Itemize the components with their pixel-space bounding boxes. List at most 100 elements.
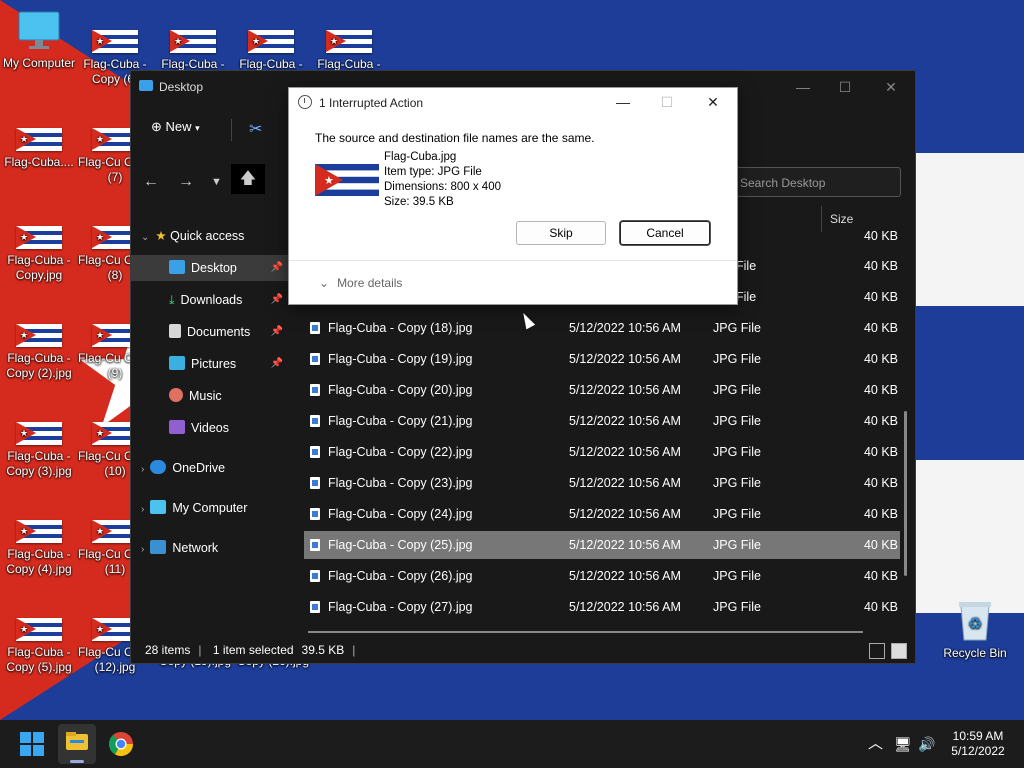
table-row[interactable]: Flag-Cuba - Copy (26).jpg 5/12/2022 10:56… — [304, 562, 900, 590]
new-button-label: New — [165, 119, 192, 134]
forward-arrow-icon[interactable]: → — [178, 173, 194, 191]
file-date: 5/12/2022 10:56 AM — [569, 321, 681, 335]
more-details-label: More details — [337, 276, 403, 290]
chevron-right-icon: › — [141, 504, 145, 515]
monitor-icon — [150, 500, 167, 514]
table-row-selected[interactable]: Flag-Cuba - Copy (25).jpg 5/12/2022 10:56… — [304, 531, 900, 559]
flag-thumbnail-icon: ★ — [16, 226, 62, 249]
plus-icon: ⊕ — [151, 119, 162, 134]
sidebar-item-label: Videos — [191, 421, 229, 435]
file-date: 5/12/2022 10:56 AM — [569, 600, 681, 614]
music-icon — [169, 388, 183, 402]
sidebar-item-network[interactable]: › Network — [141, 535, 291, 561]
flag-thumbnail-icon: ★ — [248, 30, 294, 53]
close-icon[interactable]: ✕ — [703, 92, 723, 112]
maximize-icon[interactable]: ☐ — [835, 77, 855, 97]
sidebar-item-label: Quick access — [170, 229, 245, 243]
table-row[interactable]: Flag-Cuba - Copy (22).jpg 5/12/2022 10:56… — [304, 438, 900, 466]
image-file-icon — [310, 477, 320, 489]
sidebar-item-onedrive[interactable]: › OneDrive — [141, 455, 291, 481]
sidebar-item-my-computer[interactable]: › My Computer — [141, 495, 291, 521]
start-button[interactable] — [16, 728, 48, 760]
desktop-icon-label: Recycle Bin — [943, 646, 1007, 660]
status-selected: 1 item selected — [212, 643, 294, 657]
sidebar-item-videos[interactable]: Videos — [169, 415, 289, 441]
desktop-icon-file[interactable]: ★ Flag-Cuba - Copy (4).jpg — [0, 510, 78, 577]
sidebar-item-pictures[interactable]: Pictures 📌 — [169, 351, 289, 377]
desktop-icon-file[interactable]: ★ Flag-Cuba - — [232, 20, 310, 72]
chrome-taskbar-button[interactable] — [105, 728, 137, 760]
desktop-icon-file[interactable]: ★ Flag-Cuba - Copy.jpg — [0, 216, 78, 283]
chevron-up-icon[interactable]: ︿ — [868, 720, 883, 768]
cut-icon[interactable]: ✂ — [249, 119, 262, 139]
desktop-icon-file[interactable]: ★ Flag-Cuba - Copy (5).jpg — [0, 608, 78, 675]
flag-thumbnail-icon: ★ — [16, 422, 62, 445]
new-button[interactable]: ⊕ New ▾ — [151, 119, 200, 135]
table-row[interactable]: Flag-Cuba - Copy (20).jpg 5/12/2022 10:56… — [304, 376, 900, 404]
table-row[interactable]: Flag-Cuba - Copy (19).jpg 5/12/2022 10:56… — [304, 345, 900, 373]
desktop-icon-my-computer[interactable]: My Computer — [0, 10, 78, 71]
file-type: JPG File — [713, 476, 761, 490]
vertical-scrollbar[interactable] — [904, 411, 907, 576]
cancel-button[interactable]: Cancel — [620, 221, 710, 245]
desktop-icon-file[interactable]: ★ Flag-Cuba - — [310, 20, 388, 72]
desktop-icon-file[interactable]: ★ Flag-Cuba - Copy (2).jpg — [0, 314, 78, 381]
desktop-icon-label: My Computer — [2, 56, 76, 70]
desktop-icon-file[interactable]: ★ Flag-Cuba - — [154, 20, 232, 72]
sidebar-item-documents[interactable]: Documents 📌 — [169, 319, 289, 345]
file-type: JPG File — [713, 383, 761, 397]
folder-icon — [139, 80, 153, 91]
desktop-icon-file[interactable]: ★ Flag-Cuba - Copy (3).jpg — [0, 412, 78, 479]
windows-logo-icon — [20, 732, 44, 756]
up-arrow-icon[interactable]: 🡅 — [231, 164, 265, 194]
file-name: Flag-Cuba - Copy (19).jpg — [328, 352, 473, 366]
clock-icon — [298, 95, 312, 109]
flag-thumbnail-icon: ★ — [326, 30, 372, 53]
desktop-icon-label: Flag-Cuba - Copy (5).jpg — [6, 645, 72, 674]
taskbar-clock[interactable]: 10:59 AM 5/12/2022 — [940, 729, 1016, 759]
network-icon[interactable]: 🖥 — [894, 720, 912, 768]
sidebar-item-desktop[interactable]: Desktop 📌 — [131, 255, 289, 281]
chevron-right-icon: › — [141, 464, 145, 475]
sidebar-item-quick-access[interactable]: ⌄ ★ Quick access — [141, 223, 291, 249]
image-file-icon — [310, 322, 320, 334]
more-details-toggle[interactable]: ⌄ More details — [319, 276, 402, 290]
navigation-pane: ⌄ ★ Quick access Desktop 📌 ⤓ Downloads 📌 Doc… — [131, 221, 291, 641]
skip-button[interactable]: Skip — [516, 221, 606, 245]
file-type: JPG File — [713, 600, 761, 614]
details-view-icon[interactable] — [869, 643, 885, 659]
flag-thumbnail-icon: ★ — [16, 324, 62, 347]
search-input[interactable]: Search Desktop — [729, 167, 901, 197]
image-file-icon — [310, 384, 320, 396]
table-row[interactable]: Flag-Cuba - Copy (21).jpg 5/12/2022 10:56… — [304, 407, 900, 435]
table-row[interactable]: Flag-Cuba - Copy (23).jpg 5/12/2022 10:56… — [304, 469, 900, 497]
minimize-icon[interactable]: — — [613, 92, 633, 112]
flag-thumbnail-icon: ★ — [16, 618, 62, 641]
cloud-icon — [150, 460, 167, 474]
tiles-view-icon[interactable] — [891, 643, 907, 659]
file-name: Flag-Cuba - Copy (25).jpg — [328, 538, 473, 552]
status-item-count: 28 items — [145, 643, 191, 657]
image-file-icon — [310, 539, 320, 551]
table-row[interactable]: Flag-Cuba - Copy (18).jpg 5/12/2022 10:56… — [304, 314, 900, 342]
sidebar-item-label: Music — [189, 389, 222, 403]
chevron-down-icon[interactable]: ▼ — [211, 176, 222, 188]
minimize-icon[interactable]: — — [793, 77, 813, 97]
interrupted-action-dialog[interactable]: 1 Interrupted Action — ☐ ✕ The source an… — [288, 87, 738, 305]
desktop-icon-file[interactable]: ★ Flag-Cuba.... — [0, 118, 78, 170]
file-explorer-taskbar-button[interactable] — [58, 724, 96, 764]
sidebar-item-music[interactable]: Music — [169, 383, 289, 409]
speaker-icon[interactable]: 🔊 — [918, 720, 935, 768]
back-arrow-icon[interactable]: ← — [143, 173, 159, 191]
horizontal-scrollbar[interactable] — [308, 631, 863, 633]
file-type: File — [736, 290, 757, 304]
close-icon[interactable]: ✕ — [881, 77, 901, 97]
table-row[interactable]: Flag-Cuba - Copy (27).jpg 5/12/2022 10:56… — [304, 593, 900, 621]
desktop-folder-icon — [169, 260, 185, 274]
sidebar-item-downloads[interactable]: ⤓ Downloads 📌 — [169, 287, 289, 313]
svg-text:♻: ♻ — [968, 614, 982, 633]
desktop-icon-recycle-bin[interactable]: ♻ Recycle Bin — [936, 598, 1014, 661]
table-row[interactable]: Flag-Cuba - Copy (24).jpg 5/12/2022 10:56… — [304, 500, 900, 528]
desktop-icon-label: Flag-Cuba - Copy (3).jpg — [6, 449, 72, 478]
file-size: 40 KB — [863, 352, 898, 366]
